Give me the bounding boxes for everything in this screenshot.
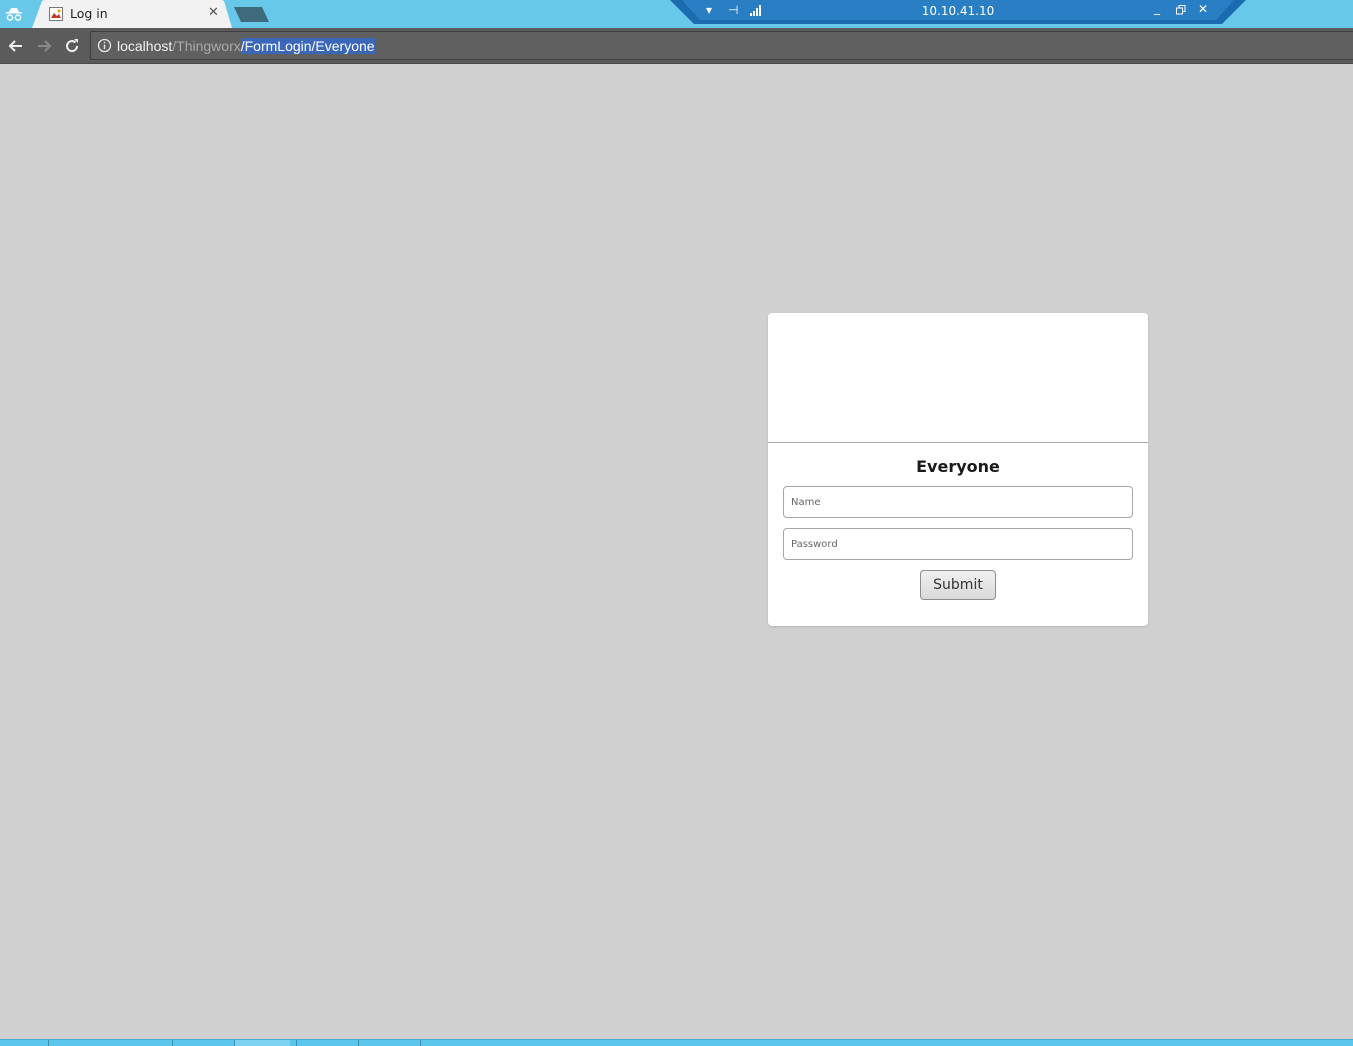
forward-icon[interactable] <box>34 36 54 56</box>
tab-strip: Log in ✕ ▾ ⊣ 10.10.41.10 _ ✕ <box>0 0 1353 28</box>
url-text: localhost/Thingworx/FormLogin/Everyone <box>117 38 375 54</box>
tab-close-icon[interactable]: ✕ <box>208 5 219 20</box>
tab-title: Log in <box>70 6 108 21</box>
login-card: Everyone Submit <box>768 313 1148 626</box>
address-bar[interactable]: localhost/Thingworx/FormLogin/Everyone <box>90 31 1353 60</box>
minimize-icon[interactable]: _ <box>1154 1 1160 15</box>
taskbar-item[interactable] <box>48 1040 108 1046</box>
url-host: localhost <box>117 38 173 54</box>
incognito-icon <box>0 0 28 28</box>
remote-session-bar: ▾ ⊣ 10.10.41.10 _ ✕ <box>670 0 1246 24</box>
back-icon[interactable] <box>6 36 26 56</box>
taskbar-item[interactable] <box>234 1040 290 1046</box>
password-input[interactable] <box>783 528 1133 560</box>
reload-icon[interactable] <box>62 36 82 56</box>
taskbar <box>0 1039 1353 1046</box>
taskbar-item[interactable] <box>296 1040 356 1046</box>
name-input[interactable] <box>783 486 1133 518</box>
restore-icon[interactable] <box>1176 5 1186 15</box>
info-icon[interactable] <box>97 38 112 53</box>
taskbar-item[interactable] <box>358 1040 418 1046</box>
close-icon[interactable]: ✕ <box>1198 2 1208 16</box>
submit-button[interactable]: Submit <box>920 570 996 600</box>
taskbar-item[interactable] <box>420 1040 480 1046</box>
browser-toolbar: localhost/Thingworx/FormLogin/Everyone <box>0 28 1353 64</box>
login-heading: Everyone <box>916 457 1000 476</box>
taskbar-item[interactable] <box>172 1040 232 1046</box>
page-icon <box>49 7 63 21</box>
url-path: /Thingworx <box>172 38 241 54</box>
url-selected-path: /FormLogin/Everyone <box>240 38 375 54</box>
tab-log-in[interactable]: Log in ✕ <box>32 0 232 28</box>
new-tab-icon[interactable] <box>234 6 270 23</box>
logo-area <box>768 313 1148 443</box>
